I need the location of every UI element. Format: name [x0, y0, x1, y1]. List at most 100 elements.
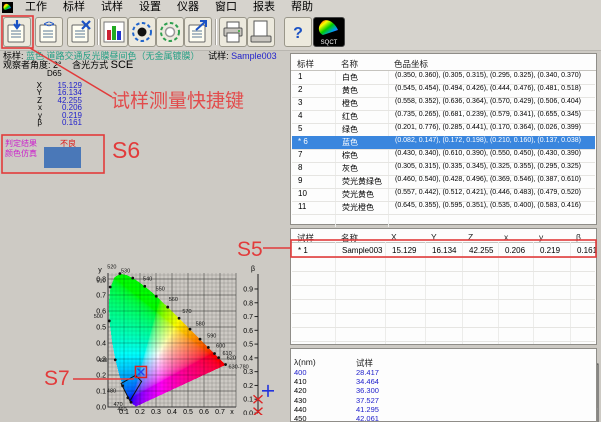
menu-item-7[interactable]: 帮助 — [283, 0, 321, 15]
standard-coords: (0.201, 0.776), (0.285, 0.441), (0.170, … — [395, 124, 581, 131]
wavelength: 420 — [294, 386, 307, 395]
standards-row-2[interactable]: 2黄色(0.545, 0.454), (0.494, 0.426), (0.44… — [292, 84, 595, 97]
white-calibration-icon — [157, 18, 183, 46]
app-window: 工作标样试样设置仪器窗口报表帮助 <> — [0, 0, 601, 422]
spectral-panel: λ(nm) 试样 40028.41741034.46442036.3004303… — [290, 348, 597, 422]
judgement-box: 判定结果 不良 颜色仿真 — [2, 135, 104, 173]
sqct-gamut-icon: SQCT — [314, 18, 344, 46]
sample-col-header-7: β — [576, 232, 581, 242]
standard-name: 黄色 — [342, 85, 358, 96]
col-header-name: 名称 — [341, 58, 358, 70]
standards-row-8[interactable]: 8灰色(0.305, 0.315), (0.335, 0.345), (0.32… — [292, 162, 595, 175]
wavelength: 410 — [294, 377, 307, 386]
standards-row-7[interactable]: 7棕色(0.430, 0.340), (0.610, 0.390), (0.55… — [292, 149, 595, 162]
standards-row-6[interactable]: * 6蓝色(0.082, 0.147), (0.172, 0.198), (0.… — [292, 136, 595, 149]
standards-row-5[interactable]: 5绿色(0.201, 0.776), (0.285, 0.441), (0.17… — [292, 123, 595, 136]
standard-coords: (0.645, 0.355), (0.595, 0.351), (0.535, … — [395, 202, 581, 209]
menu-item-2[interactable]: 试样 — [93, 0, 131, 15]
calibrate-black-button[interactable] — [128, 17, 156, 47]
menu-item-0[interactable]: 工作 — [17, 0, 55, 15]
menu-item-3[interactable]: 设置 — [131, 0, 169, 15]
menu-item-6[interactable]: 报表 — [245, 0, 283, 15]
mode-value: SCE — [111, 59, 134, 71]
printer-icon — [220, 18, 246, 46]
standard-coords: (0.305, 0.315), (0.335, 0.345), (0.325, … — [395, 163, 581, 170]
standard-name: 橙色 — [342, 98, 358, 109]
standard-coords: (0.460, 0.540), (0.428, 0.496), (0.369, … — [395, 176, 581, 183]
standard-coords: (0.557, 0.442), (0.512, 0.421), (0.446, … — [395, 189, 581, 196]
standard-coords: (0.558, 0.352), (0.636, 0.364), (0.570, … — [395, 98, 581, 105]
question-mark-icon: ? — [293, 25, 303, 42]
measure-sample-button[interactable] — [3, 17, 31, 47]
sample-col-header-6: y — [539, 232, 543, 242]
sample-label: 试样: — [208, 51, 229, 61]
sqct-logo-button[interactable]: SQCT — [313, 17, 345, 47]
standards-row-4[interactable]: 4红色(0.735, 0.265), (0.681, 0.239), (0.57… — [292, 110, 595, 123]
spectral-value: 42.061 — [356, 414, 379, 422]
chart-view-button[interactable] — [100, 17, 128, 47]
wavelength: 400 — [294, 368, 307, 377]
col-header-coords: 色品坐标 — [394, 58, 428, 70]
mode-label: 含光方式 — [72, 60, 108, 70]
standard-id: 11 — [298, 202, 306, 211]
status-line-observer: 观察者角度: 2° 含光方式 SCE — [3, 58, 133, 71]
help-button[interactable]: ? — [284, 17, 312, 47]
spectral-value: 37.527 — [356, 396, 379, 405]
standards-row-11[interactable]: 11 荧光橙色 (0.645, 0.355), (0.595, 0.351), (0… — [292, 201, 595, 214]
print-preview-button[interactable] — [247, 17, 275, 47]
sample-cell: * 1 — [298, 246, 308, 255]
sample-table: 试样名称XYZxyβ * 1Sample00315.12916.13442.25… — [290, 228, 597, 345]
measure-row-β: β0.161 — [20, 118, 82, 126]
standard-name: 荧光橙色 — [342, 202, 374, 213]
measure-label: β — [20, 118, 42, 127]
spectral-value: 28.417 — [356, 368, 379, 377]
wavelength: 430 — [294, 396, 307, 405]
standards-row-1[interactable]: 1 白色 (0.350, 0.360), (0.305, 0.315), (0.29… — [292, 71, 595, 84]
calibrate-white-button[interactable] — [156, 17, 184, 47]
standard-id: 1 — [298, 72, 302, 81]
spectral-value: 41.295 — [356, 405, 379, 414]
standard-name: 荧光黄色 — [342, 189, 374, 200]
sample-col-header-5: x — [504, 232, 508, 242]
col-header-standard: 标样 — [297, 58, 314, 70]
standard-name: 白色 — [342, 72, 358, 83]
standard-coords: (0.350, 0.360), (0.305, 0.315), (0.295, … — [395, 72, 581, 79]
annotation-s7: S7 — [44, 367, 70, 391]
print-button[interactable] — [219, 17, 247, 47]
standard-id: * 6 — [298, 137, 308, 146]
black-calibration-icon — [129, 18, 155, 46]
sample-row[interactable]: * 1Sample00315.12916.13442.2550.2060.219… — [292, 243, 595, 257]
col-header-wavelength: λ(nm) — [294, 357, 316, 367]
sample-cell: 0.206 — [505, 246, 525, 255]
angle-brackets-icon: <> — [44, 19, 55, 29]
spectral-value: 36.300 — [356, 386, 379, 395]
standard-id: 7 — [298, 150, 302, 159]
standard-name: 棕色 — [342, 150, 358, 161]
wavelength: 440 — [294, 405, 307, 414]
compare-data-button[interactable]: <> — [35, 17, 63, 47]
delete-record-button[interactable] — [67, 17, 95, 47]
standards-row-9[interactable]: 9荧光黄绿色(0.460, 0.540), (0.428, 0.496), (0… — [292, 175, 595, 188]
menu-item-4[interactable]: 仪器 — [169, 0, 207, 15]
simulation-label: 颜色仿真 — [5, 148, 37, 159]
standard-id: 10 — [298, 189, 307, 198]
standards-row-3[interactable]: 3 橙色 (0.558, 0.352), (0.636, 0.364), (0.57… — [292, 97, 595, 110]
standards-row-10[interactable]: 10 荧光黄色 (0.557, 0.442), (0.512, 0.421), (0… — [292, 188, 595, 201]
standard-id: 9 — [298, 176, 302, 185]
sample-cell: Sample003 — [342, 246, 382, 255]
color-simulation-swatch — [44, 147, 81, 168]
toolbar-separator — [97, 19, 99, 45]
page-preview-icon — [248, 18, 274, 46]
sample-value: Sample003 — [231, 51, 277, 61]
menu-item-1[interactable]: 标样 — [55, 0, 93, 15]
menu-bar: 工作标样试样设置仪器窗口报表帮助 — [0, 0, 601, 15]
export-data-button[interactable] — [184, 17, 212, 47]
sample-col-header-2: X — [391, 232, 397, 242]
menu-item-5[interactable]: 窗口 — [207, 0, 245, 15]
standard-id: 3 — [298, 98, 302, 107]
wavelength: 450 — [294, 414, 307, 422]
sample-cell: 42.255 — [469, 246, 493, 255]
illuminant-label: D65 — [47, 69, 62, 78]
standard-name: 蓝色 — [342, 137, 358, 148]
standard-name: 绿色 — [342, 124, 358, 135]
